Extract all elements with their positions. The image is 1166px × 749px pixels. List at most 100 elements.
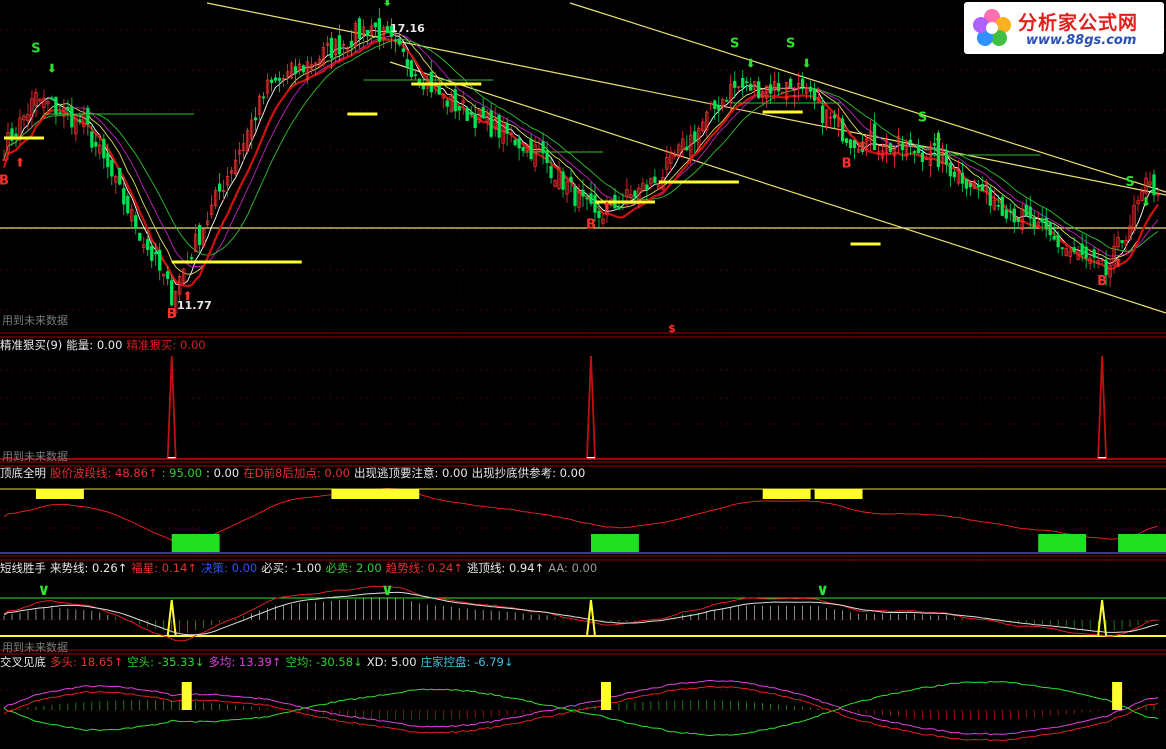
candle-body: [788, 78, 793, 88]
candle-body: [996, 204, 1000, 207]
candle-body: [653, 176, 657, 183]
top-zone: [35, 489, 84, 499]
candle-body: [166, 271, 170, 280]
candle-body: [102, 138, 106, 159]
candle-body: [134, 215, 138, 229]
candle-body: [158, 249, 162, 271]
legend-item: 出现逃顶要注意: 0.00: [354, 466, 468, 480]
candle-body: [633, 190, 637, 198]
candle-body: [812, 88, 817, 101]
candle-body: [944, 151, 949, 165]
candle-body: [1080, 243, 1084, 256]
cross-bottom-bar: [600, 682, 611, 710]
candle-body: [517, 138, 521, 149]
buy-signal-label: B: [0, 173, 9, 188]
legend-item: 决策: 0.00: [201, 561, 258, 575]
sell-signal-label: S: [31, 41, 40, 56]
candle-body: [273, 77, 278, 81]
spike-mark: [1097, 355, 1107, 459]
candle-body: [465, 107, 469, 121]
candle-body: [497, 114, 501, 138]
candle-body: [1008, 210, 1012, 213]
candle-body: [1060, 247, 1064, 249]
buy-arrow-icon: ⬆: [15, 155, 25, 169]
bottom-zone: [590, 534, 639, 552]
candle-body: [888, 143, 893, 152]
legend-item: 出现抄底供参考: 0.00: [471, 466, 586, 480]
sell-arrow-icon: ⬇: [933, 131, 943, 145]
logo-name: 分析家公式网: [1018, 12, 1139, 34]
sell-arrow-icon: ⬇: [746, 56, 756, 70]
legend-p3: 短线胜手 来势线: 0.26↑ 福星: 0.14↑ 决策: 0.00 必买: -1.00…: [0, 560, 601, 576]
sell-signal-label: S: [918, 111, 927, 126]
buy-signal-label: B: [167, 307, 177, 322]
buy-arrow-icon: ⬆: [602, 199, 612, 213]
candle-body: [1040, 218, 1044, 223]
candle-body: [481, 107, 485, 119]
candle-body: [106, 152, 110, 168]
legend-item: 交叉见底: [0, 655, 46, 669]
candle-body: [150, 245, 154, 261]
candle-body: [1056, 234, 1060, 248]
candle-body: [365, 29, 370, 36]
candle-body: [573, 186, 577, 206]
legend-item: 顶底全明: [0, 466, 46, 480]
candle-body: [749, 83, 753, 91]
legend-p2: 顶底全明 股价波段线: 48.86↑: 95.00: 0.00 在D前8后加点: 0…: [0, 465, 589, 481]
top-zone: [814, 489, 863, 499]
candle-body: [118, 168, 122, 185]
candle-body: [717, 105, 721, 111]
candle-body: [385, 26, 389, 33]
candle-body: [413, 74, 417, 77]
candle-body: [645, 184, 649, 190]
candle-body: [757, 81, 761, 99]
candle-body: [393, 39, 397, 42]
ma-line-yellow: [3, 31, 1159, 275]
candle-body: [1084, 246, 1088, 259]
candle-body: [988, 188, 992, 206]
spike-mark: [166, 355, 177, 459]
dollar-marker: $: [668, 322, 676, 335]
legend-item: XD: 5.00: [366, 655, 417, 669]
candle-body: [397, 39, 401, 45]
candle-body: [1028, 206, 1032, 219]
legend-item: : 0.00: [206, 466, 240, 480]
indicator-chart[interactable]: S⬇S⬇S⬇S⬇S⬇S⬇B⬆B⬆B⬆B⬆B⬆17.1611.77$∨∨∨: [0, 0, 1166, 749]
candle-body: [377, 18, 382, 42]
bull-line: [3, 679, 1159, 736]
candle-body: [745, 81, 749, 84]
buy-signal-label: B: [842, 157, 852, 172]
top-zone: [371, 489, 420, 499]
candle-body: [1004, 209, 1008, 219]
spike-mark: [586, 355, 596, 459]
candle-body: [581, 189, 585, 197]
cross-bottom-bar: [181, 682, 192, 710]
trend-line-lower: [389, 61, 1166, 314]
candle-body: [733, 80, 737, 88]
legend-item: 精准狠买: 0.00: [126, 338, 206, 352]
candle-body: [261, 96, 266, 99]
low-price-label: 11.77: [177, 299, 212, 312]
legend-item: 来势线: 0.26↑: [50, 561, 128, 575]
legend-item: 趋势线: 0.24↑: [385, 561, 463, 575]
sell-v-icon: ∨: [816, 580, 829, 599]
candle-body: [725, 99, 729, 102]
candle-body: [777, 83, 781, 92]
candle-body: [769, 84, 773, 94]
site-logo[interactable]: 分析家公式网 www.88gs.com: [964, 2, 1164, 54]
candle-body: [872, 123, 877, 151]
candle-body: [90, 131, 94, 148]
future-data-warning: 用到未来数据: [2, 641, 68, 654]
sell-signal-label: S: [786, 36, 795, 51]
candle-body: [513, 139, 517, 146]
candle-body: [269, 79, 274, 83]
candle-body: [1024, 204, 1028, 216]
candle-body: [445, 100, 449, 107]
candle-body: [66, 106, 70, 111]
candle-body: [541, 141, 545, 154]
cross-bottom-bar: [1112, 682, 1123, 710]
ma-line-white: [3, 29, 1159, 286]
candle-body: [253, 117, 258, 121]
candle-body: [429, 71, 433, 93]
candle-body: [94, 141, 98, 147]
